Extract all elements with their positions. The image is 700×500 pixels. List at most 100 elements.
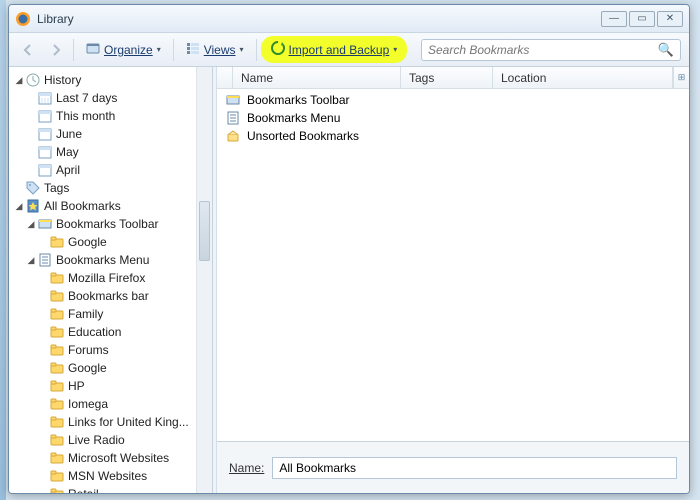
tree-label: Tags <box>44 181 69 195</box>
search-field-wrap[interactable]: 🔍 <box>421 39 681 61</box>
calendar-icon <box>37 108 53 124</box>
tree-item-all-bookmarks[interactable]: ◢ All Bookmarks <box>13 197 212 215</box>
tree-item[interactable]: Google <box>13 233 212 251</box>
column-location[interactable]: Location <box>493 67 673 88</box>
library-window: Library — ▭ ✕ Organize ▾ Views ▾ Import … <box>8 4 690 494</box>
minimize-button[interactable]: — <box>601 11 627 27</box>
tree-item[interactable]: Last 7 days <box>13 89 212 107</box>
toolbar-separator <box>73 39 74 61</box>
body: ◢ History Last 7 days This month June Ma… <box>9 67 689 493</box>
folder-icon <box>49 468 65 484</box>
tree-item-bookmarks-toolbar[interactable]: ◢ Bookmarks Toolbar <box>13 215 212 233</box>
window-title: Library <box>37 12 601 26</box>
collapse-icon[interactable]: ◢ <box>13 201 25 212</box>
sidebar[interactable]: ◢ History Last 7 days This month June Ma… <box>9 67 213 493</box>
views-icon <box>186 41 200 58</box>
tree-item-bookmarks-menu[interactable]: ◢ Bookmarks Menu <box>13 251 212 269</box>
column-gutter[interactable] <box>217 67 233 88</box>
tree-item[interactable]: April <box>13 161 212 179</box>
folder-icon <box>49 414 65 430</box>
chevron-down-icon: ▾ <box>393 45 397 54</box>
list-item[interactable]: Bookmarks Menu <box>217 109 689 127</box>
tree-item[interactable]: Forums <box>13 341 212 359</box>
column-name[interactable]: Name <box>233 67 401 88</box>
tree-item[interactable]: Microsoft Websites <box>13 449 212 467</box>
tree-item-history[interactable]: ◢ History <box>13 71 212 89</box>
tree-item[interactable]: HP <box>13 377 212 395</box>
forward-button[interactable] <box>45 39 67 61</box>
collapse-icon[interactable]: ◢ <box>13 75 25 86</box>
bookmarks-toolbar-icon <box>225 92 241 108</box>
toolbar: Organize ▾ Views ▾ Import and Backup ▾ 🔍 <box>9 33 689 67</box>
tree-label: Microsoft Websites <box>68 451 169 465</box>
organize-button[interactable]: Organize ▾ <box>80 38 167 61</box>
column-picker-icon[interactable]: ⊞ <box>673 67 689 88</box>
column-label: Tags <box>409 71 434 85</box>
import-backup-button[interactable]: Import and Backup ▾ <box>263 38 406 61</box>
toolbar-separator <box>256 39 257 61</box>
views-label: Views <box>204 43 236 57</box>
organize-label: Organize <box>104 43 153 57</box>
column-header: Name Tags Location ⊞ <box>217 67 689 89</box>
collapse-icon[interactable]: ◢ <box>25 219 37 230</box>
main-pane: Name Tags Location ⊞ Bookmarks Toolbar B… <box>217 67 689 493</box>
sidebar-scrollbar[interactable] <box>196 67 212 493</box>
tree-label: History <box>44 73 81 87</box>
organize-icon <box>86 41 100 58</box>
column-tags[interactable]: Tags <box>401 67 493 88</box>
titlebar[interactable]: Library — ▭ ✕ <box>9 5 689 33</box>
tree-label: June <box>56 127 82 141</box>
tree-label: Bookmarks Menu <box>56 253 149 267</box>
import-backup-label: Import and Backup <box>289 43 390 57</box>
tree-item[interactable]: Bookmarks bar <box>13 287 212 305</box>
detail-name-label: Name: <box>229 461 264 475</box>
back-button[interactable] <box>17 39 39 61</box>
tree-item[interactable]: Education <box>13 323 212 341</box>
folder-icon <box>49 360 65 376</box>
search-icon[interactable]: 🔍 <box>658 42 674 58</box>
tree-item[interactable]: Mozilla Firefox <box>13 269 212 287</box>
bookmarks-icon <box>25 198 41 214</box>
tree-item[interactable]: June <box>13 125 212 143</box>
firefox-icon <box>15 11 31 27</box>
search-input[interactable] <box>428 43 658 57</box>
tree-item[interactable]: This month <box>13 107 212 125</box>
tree-item-tags[interactable]: Tags <box>13 179 212 197</box>
list[interactable]: Bookmarks Toolbar Bookmarks Menu Unsorte… <box>217 89 689 441</box>
tree-item[interactable]: May <box>13 143 212 161</box>
folder-icon <box>49 486 65 493</box>
import-backup-icon <box>271 41 285 58</box>
scrollbar-thumb[interactable] <box>199 201 210 261</box>
tree-item[interactable]: Google <box>13 359 212 377</box>
views-button[interactable]: Views ▾ <box>180 38 250 61</box>
tree-item[interactable]: Live Radio <box>13 431 212 449</box>
history-icon <box>25 72 41 88</box>
tree-label: Iomega <box>68 397 108 411</box>
tree-label: All Bookmarks <box>44 199 121 213</box>
column-label: Name <box>241 71 273 85</box>
close-button[interactable]: ✕ <box>657 11 683 27</box>
folder-icon <box>49 432 65 448</box>
tree-label: Google <box>68 361 107 375</box>
tree-item[interactable]: Iomega <box>13 395 212 413</box>
tree-item[interactable]: Links for United King... <box>13 413 212 431</box>
list-item[interactable]: Bookmarks Toolbar <box>217 91 689 109</box>
tree-label: May <box>56 145 79 159</box>
tree: ◢ History Last 7 days This month June Ma… <box>9 67 212 493</box>
collapse-icon[interactable]: ◢ <box>25 255 37 266</box>
tree-label: April <box>56 163 80 177</box>
calendar-icon <box>37 126 53 142</box>
tag-icon <box>25 180 41 196</box>
toolbar-separator <box>173 39 174 61</box>
tree-item[interactable]: Retail <box>13 485 212 493</box>
list-item[interactable]: Unsorted Bookmarks <box>217 127 689 145</box>
maximize-button[interactable]: ▭ <box>629 11 655 27</box>
tree-label: Live Radio <box>68 433 125 447</box>
tree-label: Forums <box>68 343 109 357</box>
detail-name-input[interactable] <box>272 457 677 479</box>
window-controls: — ▭ ✕ <box>601 11 683 27</box>
tree-item[interactable]: MSN Websites <box>13 467 212 485</box>
bookmarks-toolbar-icon <box>37 216 53 232</box>
tree-item[interactable]: Family <box>13 305 212 323</box>
calendar-icon <box>37 162 53 178</box>
